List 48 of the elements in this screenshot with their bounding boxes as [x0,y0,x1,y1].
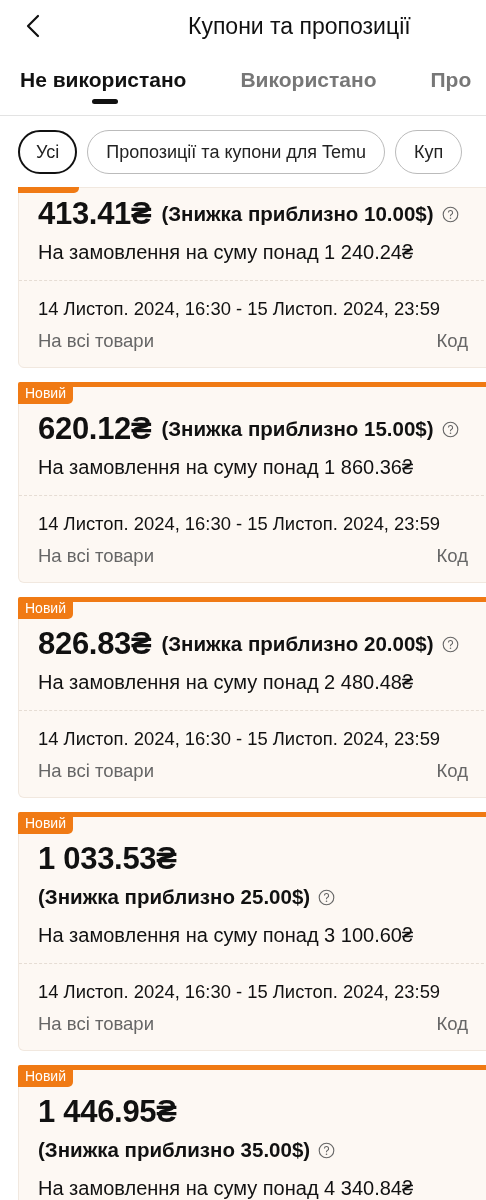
validity-period: 14 Листоп. 2024, 16:30 - 15 Листоп. 2024, 23:59 [38,512,442,536]
discount-text: (Знижка приблизно 10.00$) [161,201,434,227]
coupon-code-label: Код [436,1012,468,1036]
coupon-amount: 826.83₴ [38,626,152,662]
coupon-scope: На всі товари [38,544,154,568]
back-icon[interactable] [26,14,40,38]
coupon-amount: 1 446.95₴ [38,1094,177,1130]
filter-chip[interactable]: Пропозиції та купони для Temu [87,130,386,174]
order-condition: На замовлення на суму понад 1 240.24₴ [38,240,415,264]
help-icon[interactable] [441,205,459,223]
new-badge: Новий [18,812,73,834]
discount-text: (Знижка приблизно 20.00$) [161,631,434,657]
coupon-code-label: Код [436,544,468,568]
new-badge: Новий [18,597,73,619]
validity-period: 14 Листоп. 2024, 16:30 - 15 Листоп. 2024, 23:59 [38,980,442,1004]
coupon-amount: 413.41₴ [38,196,152,232]
coupon-code-label: Код [436,759,468,783]
discount-text: (Знижка приблизно 25.00$) [38,884,311,910]
coupon-code-label: Код [436,329,468,353]
validity-period: 14 Листоп. 2024, 16:30 - 15 Листоп. 2024, 23:59 [38,727,442,751]
filter-chip[interactable]: Усі [18,130,78,174]
coupon-card[interactable]: Новий 620.12₴ (Знижка приблизно 15.00$) На замовлення на суму понад 1 860.36₴ 14 Листоп. 2024, 16:30 - 15 Листоп. 2024, 23:59 На всі товари Код [18,382,486,583]
coupon-scope: На всі товари [38,759,154,783]
coupon-card[interactable]: Новий 826.83₴ (Знижка приблизно 20.00$) На замовлення на суму понад 2 480.48₴ 14 Листоп. 2024, 16:30 - 15 Листоп. 2024, 23:59 На всі товари Код [18,597,486,798]
help-icon[interactable] [318,888,336,906]
coupon-scope: На всі товари [38,1012,154,1036]
coupon-card[interactable]: 413.41₴ (Знижка приблизно 10.00$) На замовлення на суму понад 1 240.24₴ 14 Листоп. 2024, 16:30 - 15 Листоп. 2024, 23:59 На всі товари Код [18,187,486,368]
discount-text: (Знижка приблизно 35.00$) [38,1137,311,1163]
page-title: Купони та пропозиції [188,12,411,40]
new-badge: Новий [18,382,73,404]
filter-chip[interactable]: Куп [395,130,463,174]
order-condition: На замовлення на суму понад 3 100.60₴ [38,923,415,947]
coupon-card[interactable]: Новий 1 033.53₴ (Знижка приблизно 25.00$) На замовлення на суму понад 3 100.60₴ 14 Листоп. 2024, 16:30 - 15 Листоп. 2024, 23:59 На всі товари Код [18,812,486,1051]
validity-period: 14 Листоп. 2024, 16:30 - 15 Листоп. 2024, 23:59 [38,297,442,321]
tab[interactable]: Використано [240,60,377,100]
new-badge: Новий [18,1065,73,1087]
tab[interactable]: Про [430,60,472,100]
discount-text: (Знижка приблизно 15.00$) [161,416,434,442]
order-condition: На замовлення на суму понад 4 340.84₴ [38,1176,415,1200]
help-icon[interactable] [441,420,459,438]
coupon-card[interactable]: Новий 1 446.95₴ (Знижка приблизно 35.00$) На замовлення на суму понад 4 340.84₴ [18,1065,486,1200]
order-condition: На замовлення на суму понад 2 480.48₴ [38,670,415,694]
coupon-scope: На всі товари [38,329,154,353]
coupon-amount: 620.12₴ [38,411,152,447]
help-icon[interactable] [441,635,459,653]
order-condition: На замовлення на суму понад 1 860.36₴ [38,455,415,479]
coupon-amount: 1 033.53₴ [38,841,177,877]
help-icon[interactable] [318,1141,336,1159]
